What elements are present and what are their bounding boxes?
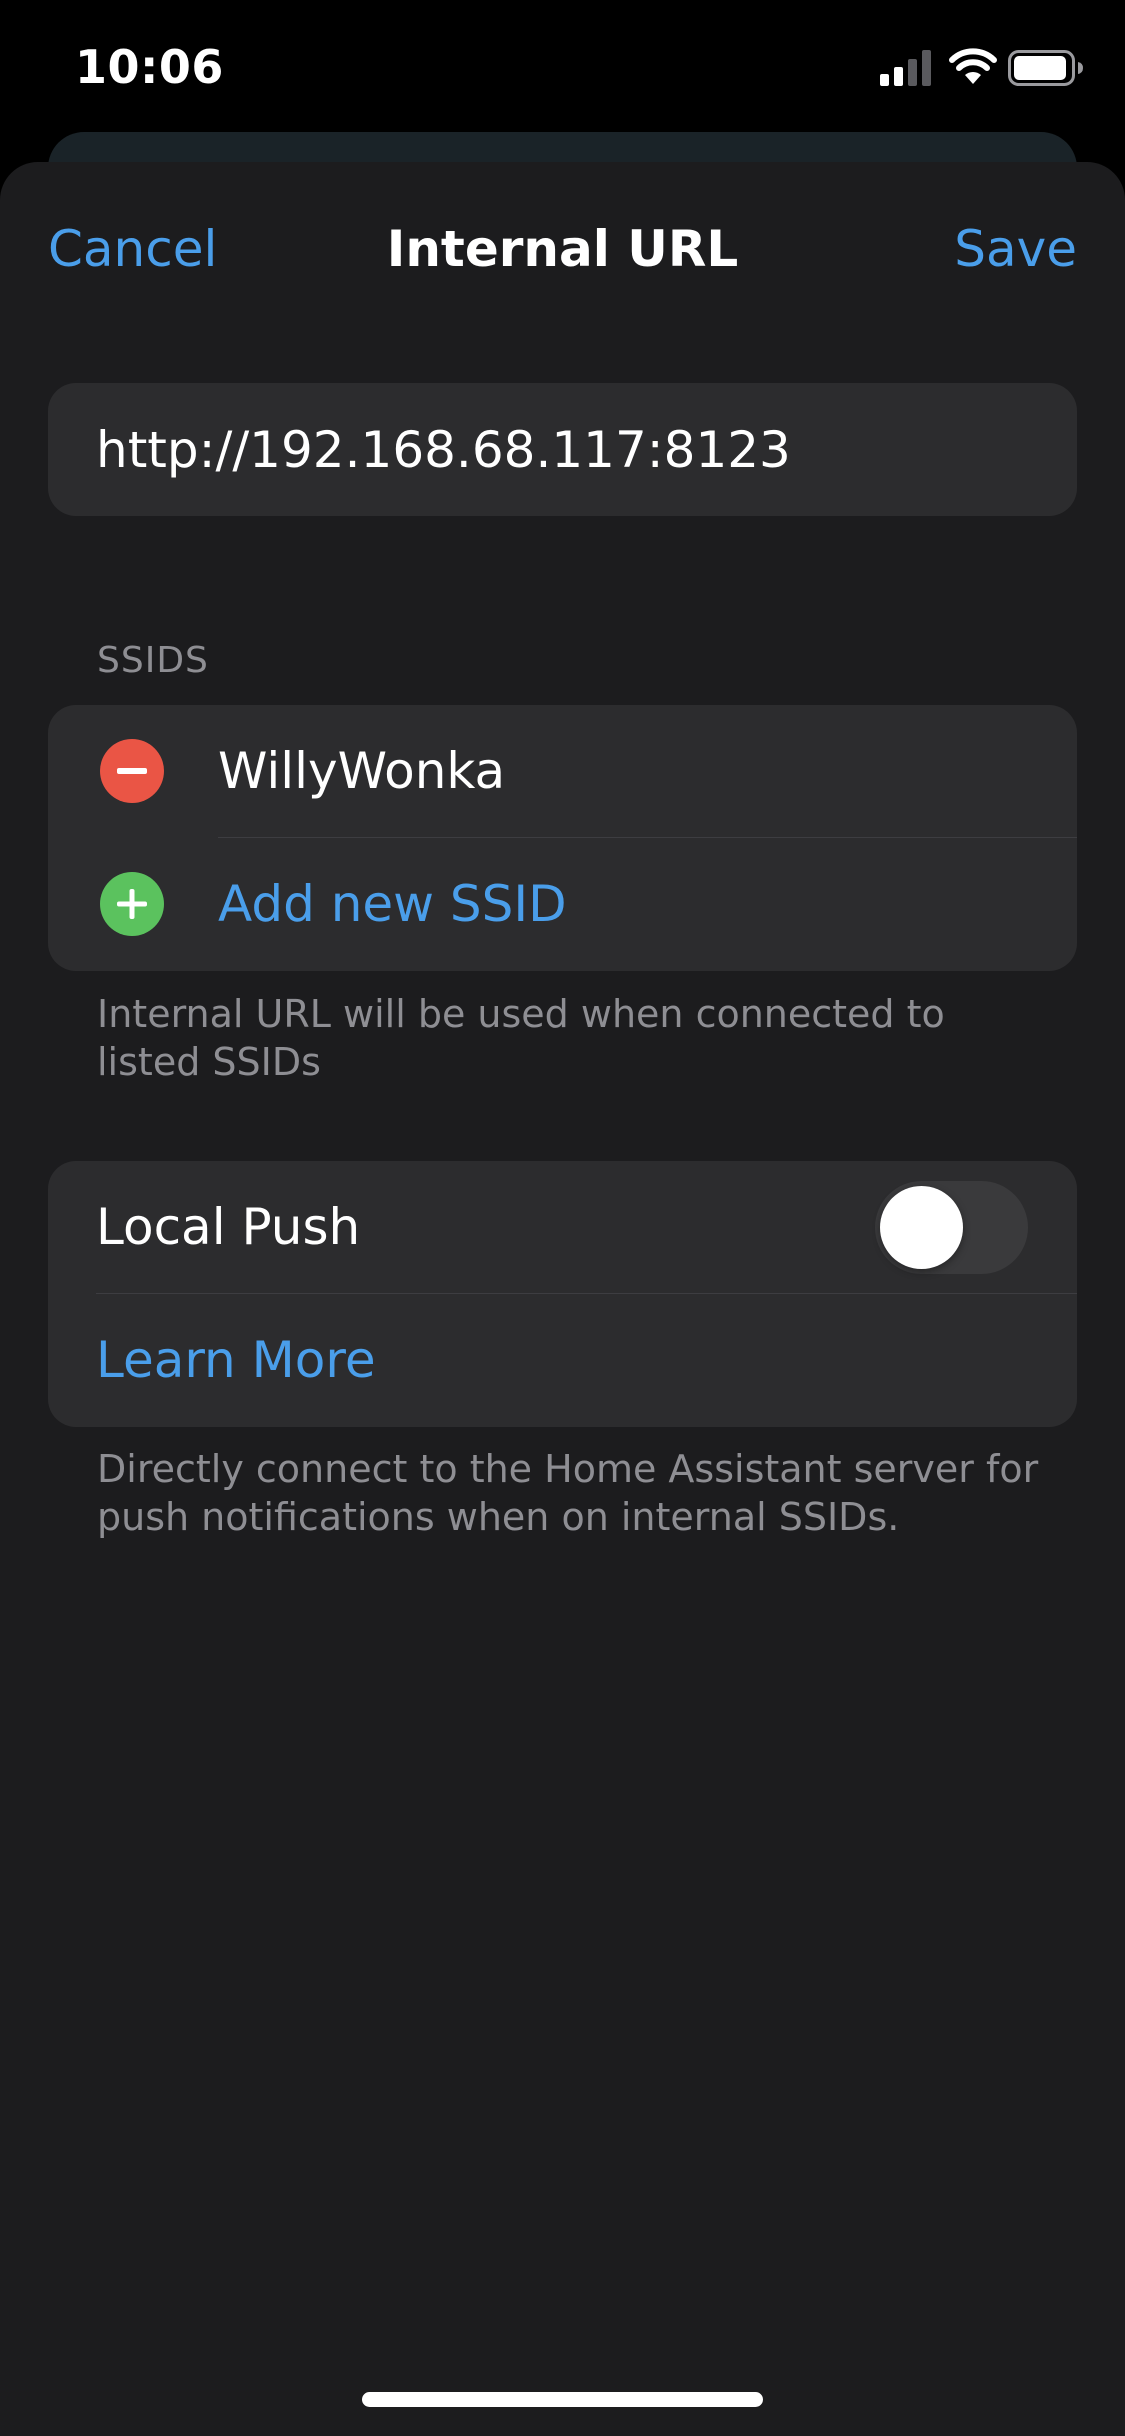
ssid-list: WillyWonka Add new SSID xyxy=(48,705,1077,971)
add-ssid-row[interactable]: Add new SSID xyxy=(48,838,1077,971)
battery-icon xyxy=(1008,50,1083,86)
ssid-footer-note: Internal URL will be used when connected… xyxy=(97,992,945,1084)
wifi-icon xyxy=(949,48,997,84)
status-bar: 10:06 xyxy=(0,0,1125,140)
local-push-group: Local Push Learn More xyxy=(48,1161,1077,1427)
local-push-label: Local Push xyxy=(96,1198,361,1256)
local-push-toggle[interactable] xyxy=(875,1181,1028,1274)
save-button[interactable]: Save xyxy=(954,220,1077,278)
internal-url-sheet: Cancel Internal URL Save SSIDS WillyWonk… xyxy=(0,162,1125,2436)
toggle-knob xyxy=(880,1186,963,1269)
add-ssid-button[interactable]: Add new SSID xyxy=(218,838,567,971)
local-push-footer-note: Directly connect to the Home Assistant s… xyxy=(97,1447,1039,1539)
ssid-name: WillyWonka xyxy=(218,742,506,800)
screen: 10:06 Cancel Internal URL Save SSIDS xyxy=(0,0,1125,2436)
learn-more-link[interactable]: Learn More xyxy=(96,1294,376,1427)
home-indicator xyxy=(362,2392,763,2407)
ssid-row: WillyWonka xyxy=(48,705,1077,838)
url-field-group xyxy=(48,383,1077,516)
plus-circle-icon[interactable] xyxy=(100,872,164,936)
minus-circle-icon[interactable] xyxy=(100,739,164,803)
status-time: 10:06 xyxy=(75,40,224,94)
internal-url-input[interactable] xyxy=(96,383,1036,516)
ssids-section-header: SSIDS xyxy=(97,640,209,681)
cellular-signal-icon xyxy=(880,50,931,86)
